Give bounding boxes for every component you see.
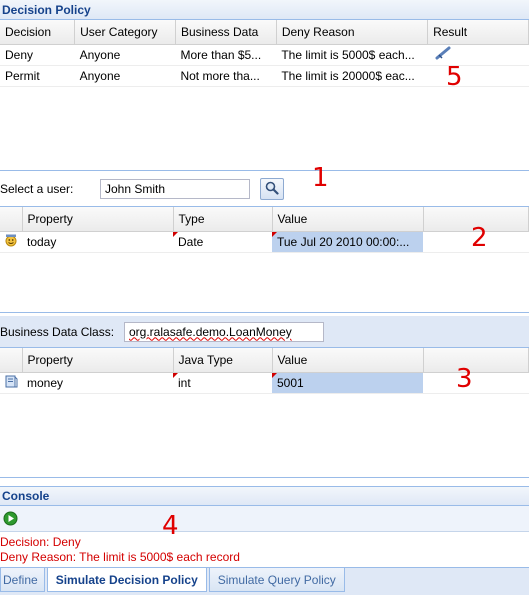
row-icon-cell xyxy=(0,372,22,394)
book-icon xyxy=(4,375,18,391)
cell-java-type[interactable]: int xyxy=(173,372,272,394)
user-input[interactable]: John Smith xyxy=(100,179,250,199)
tab-simulate-decision-policy[interactable]: Simulate Decision Policy xyxy=(46,568,207,592)
cell-deny-reason[interactable]: The limit is 20000$ eac... xyxy=(276,65,428,87)
user-search-button[interactable] xyxy=(260,178,284,200)
table-row[interactable]: today Date Tue Jul 20 2010 00:00:... xyxy=(0,231,529,253)
cell-user-category[interactable]: Anyone xyxy=(74,65,176,87)
column-header-property[interactable]: Property xyxy=(22,348,174,373)
table-row[interactable]: money int 5001 xyxy=(0,372,529,394)
business-data-label: Business Data Class: xyxy=(0,324,115,339)
annotation-2: 2 xyxy=(471,223,488,253)
user-properties-table[interactable]: Property Type Value today Date Tue Jul 2… xyxy=(0,207,529,253)
select-user-row: Select a user: John Smith xyxy=(0,172,529,206)
tab-define[interactable]: Define xyxy=(0,568,45,592)
column-header-result[interactable]: Result xyxy=(427,20,529,45)
row-icon-cell xyxy=(0,231,22,253)
console-line-deny-reason: Deny Reason: The limit is 5000$ each rec… xyxy=(0,550,240,564)
column-header-blank xyxy=(0,348,23,373)
cell-result[interactable] xyxy=(427,44,529,66)
annotation-5: 5 xyxy=(446,62,463,92)
business-data-panel: Business Data Class: org.ralasafe.demo.L… xyxy=(0,316,529,348)
cell-property[interactable]: today xyxy=(22,231,173,253)
result-plug-icon xyxy=(435,46,451,60)
column-header-deny-reason[interactable]: Deny Reason xyxy=(276,20,429,45)
annotation-3: 3 xyxy=(456,364,473,394)
column-header-decision[interactable]: Decision xyxy=(0,20,76,45)
bottom-tab-bar: Define Simulate Decision Policy Simulate… xyxy=(0,567,529,595)
console-line-decision: Decision: Deny xyxy=(0,535,81,549)
column-header-value[interactable]: Value xyxy=(272,207,424,232)
column-header-business-data[interactable]: Business Data xyxy=(175,20,277,45)
column-header-type[interactable]: Type xyxy=(173,207,273,232)
cell-decision[interactable]: Deny xyxy=(0,44,75,66)
cell-business-data[interactable]: Not more tha... xyxy=(175,65,277,87)
cell-deny-reason[interactable]: The limit is 5000$ each... xyxy=(276,44,428,66)
select-user-label: Select a user: xyxy=(0,182,74,196)
business-data-class-input[interactable]: org.ralasafe.demo.LoanMoney xyxy=(124,321,324,342)
console-header: Console xyxy=(0,486,529,506)
decision-policy-header: Decision Policy xyxy=(0,0,529,20)
business-properties-table[interactable]: Property Java Type Value money int 5001 xyxy=(0,348,529,394)
column-header-property[interactable]: Property xyxy=(22,207,174,232)
user-properties-panel: Property Type Value today Date Tue Jul 2… xyxy=(0,206,529,313)
column-header-user-category[interactable]: User Category xyxy=(74,20,176,45)
cell-value[interactable]: Tue Jul 20 2010 00:00:... xyxy=(272,231,423,253)
search-icon xyxy=(265,181,279,198)
console-title: Console xyxy=(2,489,50,503)
cell-result[interactable] xyxy=(427,65,529,87)
run-icon[interactable] xyxy=(3,511,18,526)
console-panel: Console Decision: Deny Deny Reason: The … xyxy=(0,486,529,567)
console-toolbar xyxy=(0,506,529,532)
business-data-class-value: org.ralasafe.demo.LoanMoney xyxy=(129,324,292,339)
column-header-filler xyxy=(423,348,529,373)
tab-simulate-query-policy[interactable]: Simulate Query Policy xyxy=(208,568,345,592)
cell-type[interactable]: Date xyxy=(173,231,272,253)
cell-decision[interactable]: Permit xyxy=(0,65,75,87)
column-header-java-type[interactable]: Java Type xyxy=(173,348,273,373)
column-header-value[interactable]: Value xyxy=(272,348,424,373)
decision-policy-title: Decision Policy xyxy=(2,2,91,17)
cell-user-category[interactable]: Anyone xyxy=(74,44,176,66)
cell-business-data[interactable]: More than $5... xyxy=(175,44,277,66)
business-properties-panel: Property Java Type Value money int 5001 xyxy=(0,348,529,478)
annotation-1: 1 xyxy=(312,163,329,193)
cell-filler xyxy=(423,372,529,394)
annotation-4: 4 xyxy=(162,511,179,541)
console-output: Decision: Deny Deny Reason: The limit is… xyxy=(0,535,529,565)
user-property-icon xyxy=(4,234,18,250)
cell-value[interactable]: 5001 xyxy=(272,372,423,394)
column-header-blank xyxy=(0,207,23,232)
cell-property[interactable]: money xyxy=(22,372,173,394)
